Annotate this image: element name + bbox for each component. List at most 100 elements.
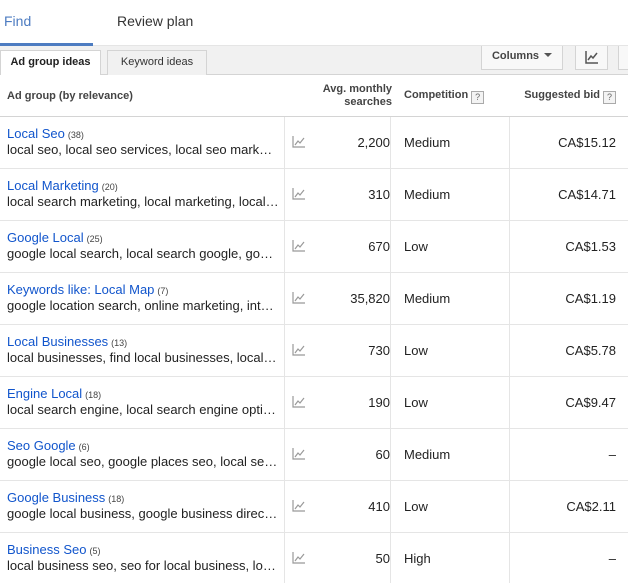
searches-value: 2,200 [357, 135, 390, 150]
avg-monthly-searches: 310 [300, 169, 391, 221]
ad-group-name: Engine Local [7, 386, 83, 401]
competition-level: Low [404, 499, 428, 514]
ad-group-link[interactable]: Local Marketing (20) [7, 178, 118, 193]
header-bid-label: Suggested bid [524, 89, 600, 101]
suggested-bid: – [608, 447, 616, 462]
keyword-list: local search engine, local search engine… [7, 402, 279, 417]
avg-monthly-searches: 50 [300, 533, 391, 583]
bid-cell: – [509, 533, 628, 583]
bid-cell: CA$1.53 [509, 221, 628, 273]
suggested-bid: CA$2.11 [566, 499, 616, 514]
competition-level: High [404, 551, 431, 566]
tab-review-plan[interactable]: Review plan [117, 0, 217, 46]
keyword-count: (18) [85, 390, 102, 400]
ad-group-name: Google Business [7, 490, 106, 505]
table-row: Keywords like: Local Map (7) google locat… [0, 273, 628, 325]
ad-group-link[interactable]: Business Seo (5) [7, 542, 101, 557]
ad-group-link[interactable]: Engine Local (18) [7, 386, 101, 401]
competition-level: Low [404, 395, 428, 410]
ad-group-link[interactable]: Local Businesses (13) [7, 334, 127, 349]
suggested-bid: – [608, 551, 616, 566]
tab-keyword-ideas[interactable]: Keyword ideas [107, 50, 207, 76]
caret-down-icon [544, 53, 553, 57]
competition-level: Medium [404, 135, 451, 150]
help-icon[interactable]: ? [603, 91, 616, 104]
keyword-list: google local seo, google places seo, loc… [7, 454, 279, 469]
bid-cell: CA$9.47 [509, 377, 628, 429]
searches-value: 730 [368, 343, 390, 358]
top-tabs: Find keywords Review plan [0, 0, 628, 71]
avg-monthly-searches: 35,820 [300, 273, 391, 325]
keyword-list: local businesses, find local businesses,… [7, 350, 279, 365]
header-avg-line1: Avg. monthly [322, 83, 392, 95]
ad-group-cell: Keywords like: Local Map (7) google locat… [0, 273, 285, 325]
columns-button[interactable]: Columns [481, 46, 563, 70]
ad-group-link[interactable]: Seo Google (6) [7, 438, 90, 453]
keyword-list: local seo, local seo services, local seo… [7, 142, 279, 157]
header-competition-label: Competition [404, 89, 469, 101]
ad-group-link[interactable]: Google Local (25) [7, 230, 103, 245]
header-avg-line2: searches [344, 96, 392, 108]
ad-group-cell: Business Seo (5) local business seo, seo … [0, 533, 285, 583]
sub-toolbar: Ad group ideas Keyword ideas Columns [0, 46, 628, 76]
ad-group-name: Local Marketing [7, 178, 99, 193]
ad-group-link[interactable]: Local Seo (38) [7, 126, 84, 141]
table-row: Business Seo (5) local business seo, seo … [0, 533, 628, 583]
suggested-bid: CA$15.12 [558, 135, 616, 150]
ad-group-name: Keywords like: Local Map [7, 282, 155, 297]
keyword-count: (7) [157, 286, 169, 296]
bid-cell: – [509, 429, 628, 481]
suggested-bid: CA$9.47 [565, 395, 616, 410]
keyword-count: (13) [111, 338, 128, 348]
keyword-list: local search marketing, local marketing,… [7, 194, 279, 209]
searches-value: 410 [368, 499, 390, 514]
avg-monthly-searches: 2,200 [300, 117, 391, 169]
searches-value: 50 [375, 551, 390, 566]
searches-value: 35,820 [350, 291, 390, 306]
avg-monthly-searches: 670 [300, 221, 391, 273]
header-avg-monthly-searches[interactable]: Avg. monthly searches [300, 83, 392, 109]
keyword-count: (5) [89, 546, 101, 556]
ad-group-cell: Google Business (18) google local busines… [0, 481, 285, 533]
header-competition[interactable]: Competition? [404, 89, 485, 104]
keyword-count: (18) [108, 494, 125, 504]
ad-group-table: Local Seo (38) local seo, local seo servi… [0, 117, 628, 583]
avg-monthly-searches: 190 [300, 377, 391, 429]
suggested-bid: CA$5.78 [565, 343, 616, 358]
bid-cell: CA$2.11 [509, 481, 628, 533]
keyword-count: (6) [78, 442, 90, 452]
ad-group-cell: Local Marketing (20) local search marketi… [0, 169, 285, 221]
avg-monthly-searches: 730 [300, 325, 391, 377]
searches-value: 60 [375, 447, 390, 462]
bid-cell: CA$15.12 [509, 117, 628, 169]
ad-group-link[interactable]: Google Business (18) [7, 490, 124, 505]
suggested-bid: CA$1.19 [565, 291, 616, 306]
help-icon[interactable]: ? [471, 91, 485, 104]
table-header: Ad group (by relevance) Avg. monthly sear… [0, 75, 628, 117]
ad-group-link[interactable]: Keywords like: Local Map (7) [7, 282, 168, 297]
ad-group-cell: Seo Google (6) google local seo, google p… [0, 429, 285, 481]
keyword-count: (20) [101, 182, 118, 192]
competition-level: Medium [404, 291, 451, 306]
keyword-count: (38) [67, 130, 84, 140]
ad-group-name: Seo Google [7, 438, 76, 453]
tab-find-keywords[interactable]: Find keywords [0, 0, 93, 71]
table-row: Local Marketing (20) local search marketi… [0, 169, 628, 221]
tab-ad-group-ideas[interactable]: Ad group ideas [0, 50, 101, 76]
bid-cell: CA$5.78 [509, 325, 628, 377]
table-row: Seo Google (6) google local seo, google p… [0, 429, 628, 481]
ad-group-name: Google Local [7, 230, 84, 245]
keyword-count: (25) [86, 234, 103, 244]
chart-toggle-button[interactable] [575, 46, 608, 70]
keyword-list: local business seo, seo for local busine… [7, 558, 279, 573]
ad-group-cell: Engine Local (18) local search engine, lo… [0, 377, 285, 429]
bid-cell: CA$14.71 [509, 169, 628, 221]
searches-value: 670 [368, 239, 390, 254]
keyword-list: google location search, online marketing… [7, 298, 279, 313]
avg-monthly-searches: 60 [300, 429, 391, 481]
table-row: Local Seo (38) local seo, local seo servi… [0, 117, 628, 169]
header-ad-group[interactable]: Ad group (by relevance) [7, 75, 133, 117]
header-suggested-bid[interactable]: Suggested bid? [508, 89, 616, 104]
more-options-button[interactable] [618, 46, 628, 70]
table-row: Engine Local (18) local search engine, lo… [0, 377, 628, 429]
